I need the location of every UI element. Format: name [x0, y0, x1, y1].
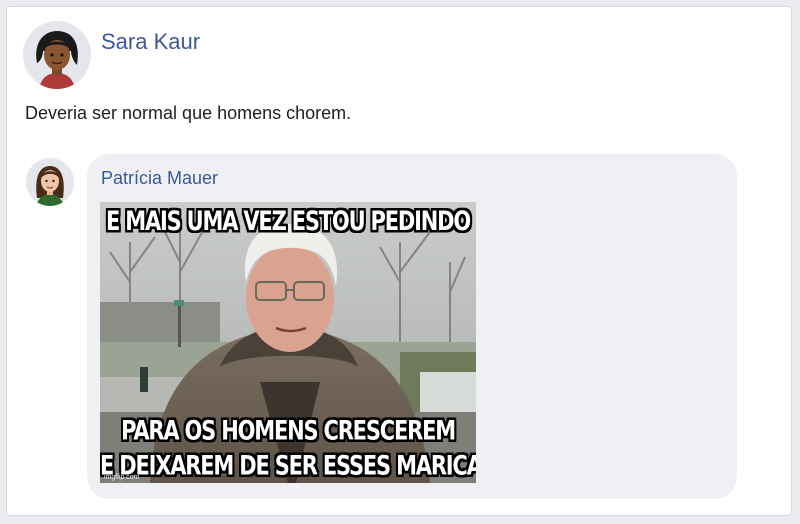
meme-watermark: imgflip.com	[104, 474, 140, 481]
post-author-avatar-icon[interactable]	[23, 21, 91, 89]
meme-image[interactable]: E MAIS UMA VEZ ESTOU PEDINDO PARA OS HOM…	[100, 202, 476, 483]
meme-top-caption: E MAIS UMA VEZ ESTOU PEDINDO	[106, 206, 471, 236]
comment-author-avatar-icon[interactable]	[26, 158, 74, 206]
comment-author-name[interactable]: Patrícia Mauer	[101, 168, 218, 189]
post-author-name[interactable]: Sara Kaur	[101, 29, 200, 55]
comment-bubble: Patrícia Mauer E MAIS UMA VEZ ESTOU PEDI…	[87, 154, 737, 499]
post-text: Deveria ser normal que homens chorem.	[25, 103, 352, 123]
meme-bottom-caption: PARA OS HOMENS CRESCEREM E DEIXAREM DE S…	[100, 413, 476, 483]
meme-bottom-caption-line-2: E DEIXAREM DE SER ESSES MARICAS	[100, 450, 476, 481]
meme-bottom-caption-line-1: PARA OS HOMENS CRESCEREM	[121, 415, 456, 446]
post-card: Sara Kaur Deveria ser normal que homens …	[6, 6, 792, 516]
